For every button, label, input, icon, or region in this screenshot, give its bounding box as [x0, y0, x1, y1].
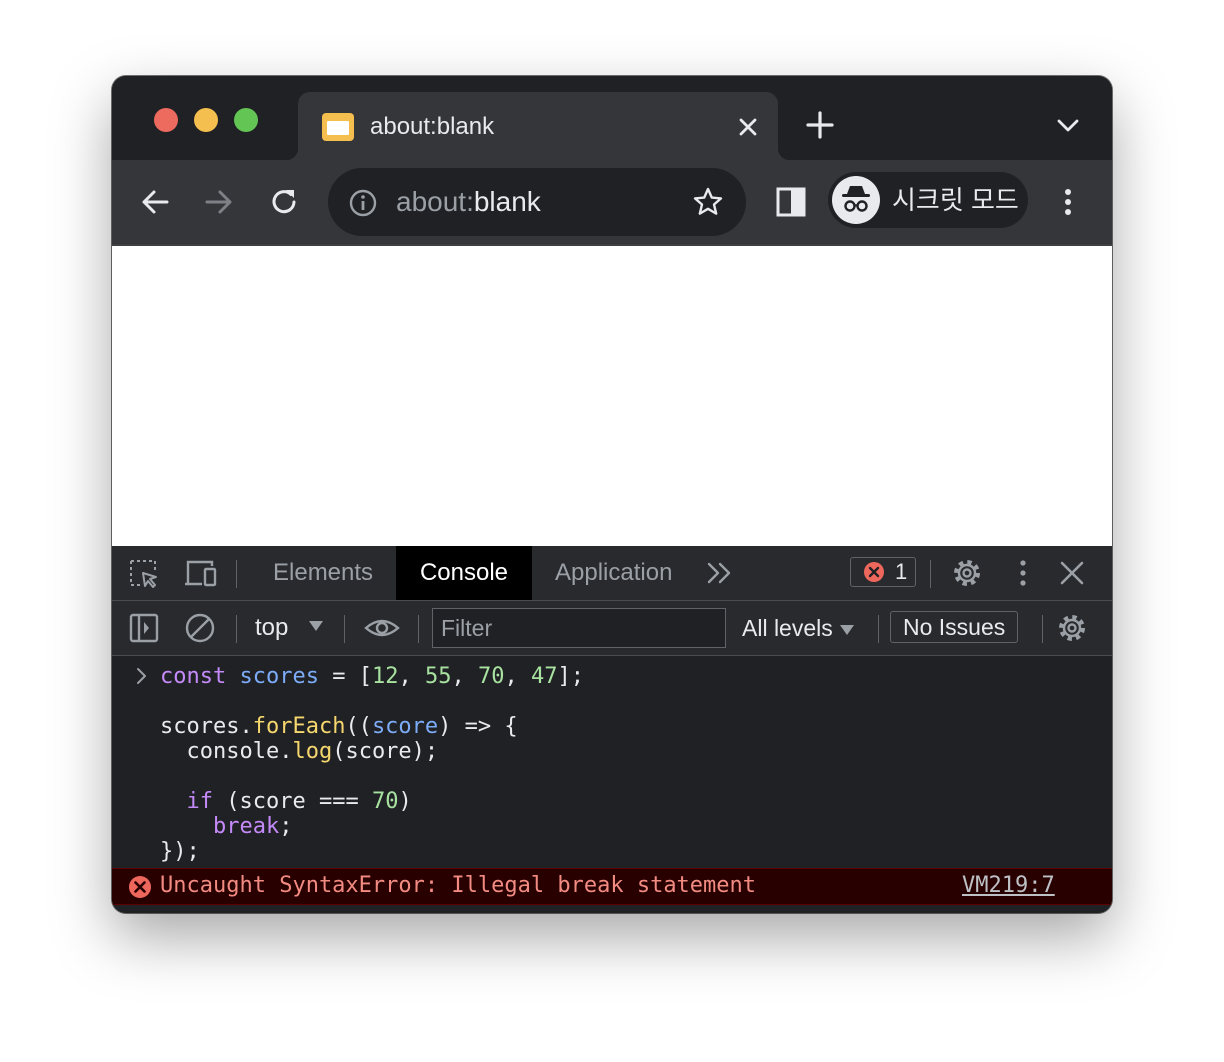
minimize-window-button[interactable] — [194, 108, 218, 132]
toolbar-divider — [344, 615, 345, 643]
url-scheme: about: — [396, 186, 474, 217]
url-path: blank — [473, 186, 541, 217]
arrow-left-icon[interactable] — [138, 185, 172, 219]
caret-down-icon — [839, 623, 855, 637]
devtools-panel: Elements Console Application 1 top Filte… — [112, 546, 1112, 913]
gear-icon[interactable] — [951, 557, 983, 589]
issues-button[interactable]: No Issues — [890, 611, 1019, 643]
close-window-button[interactable] — [154, 108, 178, 132]
devtools-tab-bar: Elements Console Application 1 — [112, 546, 1112, 601]
kebab-menu-icon[interactable] — [1008, 558, 1038, 588]
page-icon — [322, 111, 354, 143]
arrow-right-icon[interactable] — [202, 185, 236, 219]
incognito-badge[interactable]: 시크릿 모드 — [828, 172, 1028, 228]
browser-toolbar: about:blank 시크릿 모드 — [112, 160, 1112, 246]
address-bar[interactable]: about:blank — [328, 168, 746, 236]
context-selector[interactable]: top — [255, 611, 288, 645]
kebab-menu-icon[interactable] — [1051, 185, 1085, 219]
error-source-link[interactable]: VM219:7 — [962, 873, 1055, 899]
error-icon — [863, 561, 885, 583]
tab-about-blank[interactable]: about:blank — [286, 92, 790, 160]
side-panel-icon[interactable] — [774, 185, 808, 219]
code-line: break; — [212, 814, 293, 839]
close-icon[interactable] — [732, 111, 764, 143]
tab-strip: about:blank — [112, 76, 1112, 160]
error-count-badge[interactable]: 1 — [850, 557, 916, 587]
code-line: const scores = [12, 55, 70, 47]; — [160, 664, 584, 689]
error-icon — [128, 875, 152, 899]
toolbar-divider — [236, 560, 237, 588]
chevron-down-icon[interactable] — [1054, 112, 1082, 140]
info-icon[interactable] — [348, 188, 378, 218]
page-viewport[interactable] — [112, 246, 1112, 546]
log-levels-label: All levels — [742, 615, 833, 641]
error-count: 1 — [895, 559, 908, 584]
console-error-message: Uncaught SyntaxError: Illegal break stat… — [112, 868, 1112, 905]
plus-icon[interactable] — [804, 109, 836, 141]
tab-title: about:blank — [370, 113, 495, 140]
toolbar-divider — [878, 615, 879, 643]
toolbar-divider — [1042, 615, 1043, 643]
address-url[interactable]: about:blank — [396, 184, 541, 220]
clear-console-icon[interactable] — [184, 612, 216, 644]
tab-console[interactable]: Console — [396, 546, 532, 600]
log-levels-dropdown[interactable]: All levels — [742, 611, 855, 645]
caret-down-icon[interactable] — [308, 619, 324, 633]
sidebar-toggle-icon[interactable] — [128, 612, 160, 644]
incognito-icon — [832, 176, 880, 224]
filter-input[interactable] — [432, 608, 726, 648]
console-output[interactable]: const scores = [12, 55, 70, 47]; scores.… — [112, 656, 1112, 913]
reload-icon[interactable] — [267, 185, 301, 219]
console-toolbar: top All levels No Issues — [112, 601, 1112, 656]
gear-icon[interactable] — [1056, 612, 1088, 644]
tab-application[interactable]: Application — [544, 546, 694, 600]
device-toolbar-icon[interactable] — [184, 558, 218, 590]
toolbar-divider — [236, 615, 237, 643]
double-chevron-icon[interactable] — [706, 560, 734, 586]
maximize-window-button[interactable] — [234, 108, 258, 132]
error-text: Uncaught SyntaxError: Illegal break stat… — [160, 873, 757, 898]
chevron-right-icon — [134, 666, 150, 686]
code-line: if (score === 70) — [186, 789, 412, 814]
star-icon[interactable] — [692, 186, 724, 218]
code-line: console.log(score); — [160, 739, 439, 764]
eye-icon[interactable] — [364, 612, 400, 644]
toolbar-divider — [418, 615, 419, 643]
code-line: scores.forEach((score) => { — [160, 714, 518, 739]
close-icon[interactable] — [1058, 559, 1086, 587]
browser-window: about:blank about:blank 시크릿 모드 Elements … — [112, 76, 1112, 913]
inspect-element-icon[interactable] — [128, 558, 160, 590]
code-line: }); — [160, 839, 200, 864]
toolbar-divider — [930, 560, 931, 588]
incognito-label: 시크릿 모드 — [892, 185, 1019, 215]
tab-elements[interactable]: Elements — [259, 546, 385, 600]
